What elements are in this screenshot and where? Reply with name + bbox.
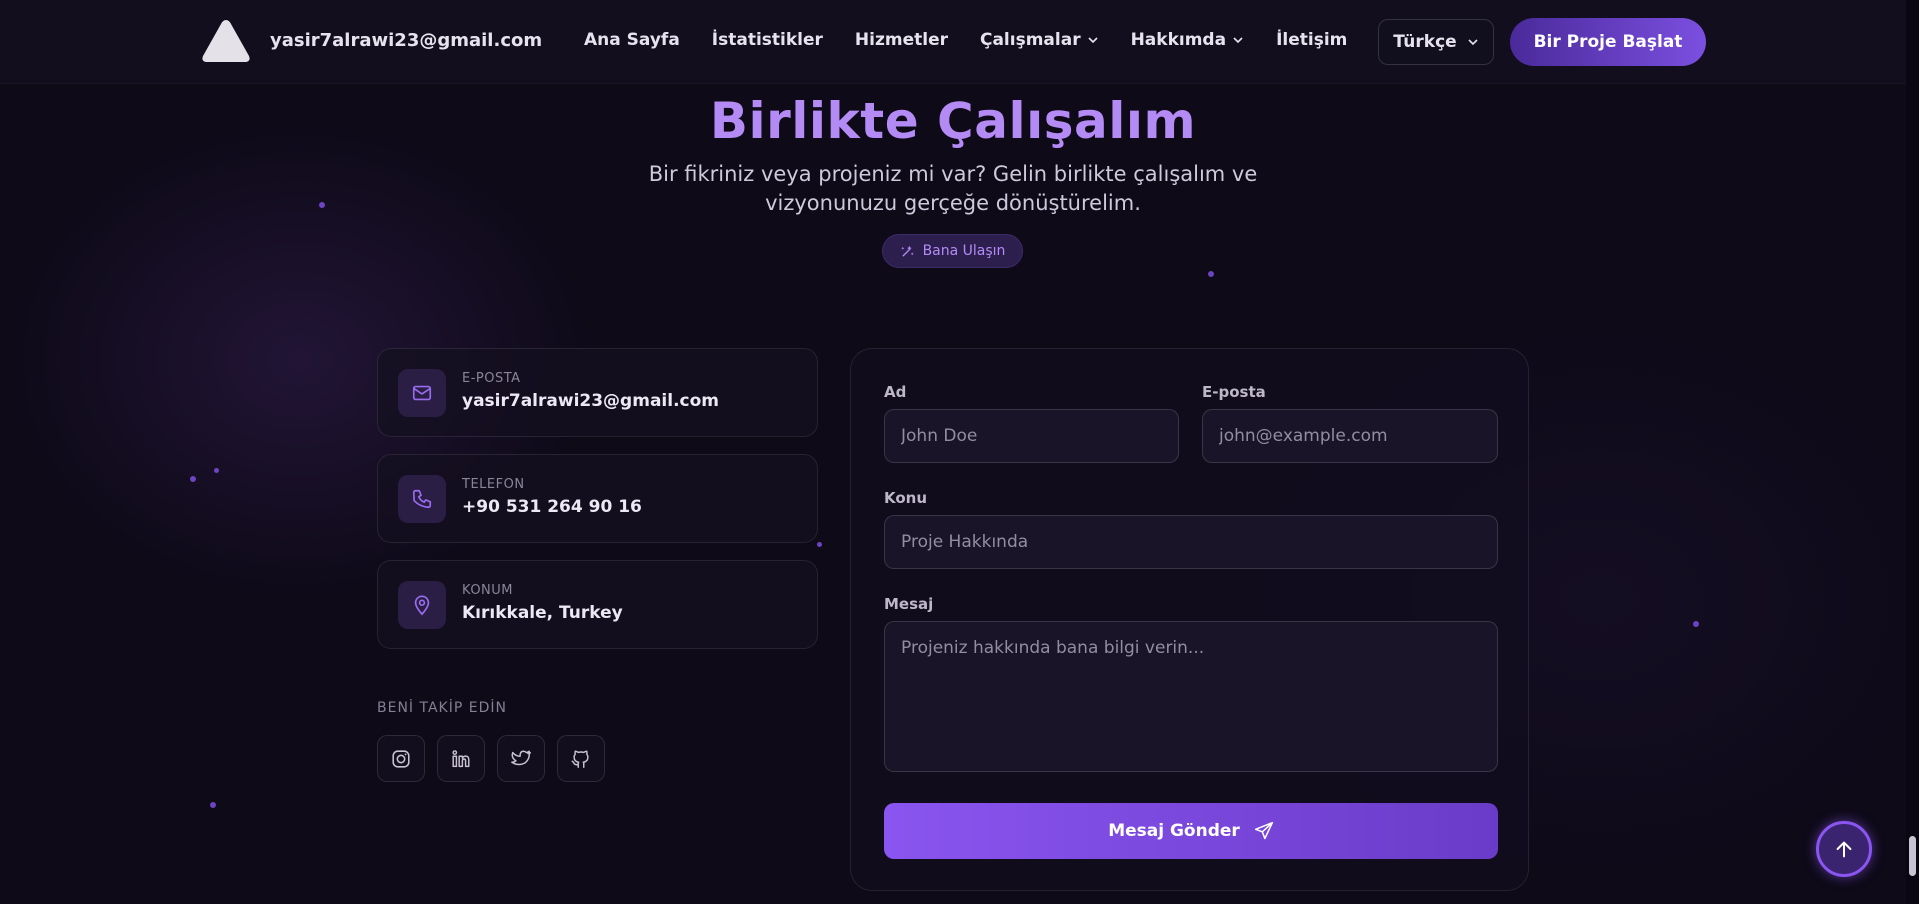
contact-badge-label: Bana Ulaşın <box>922 243 1006 259</box>
decor-dot <box>1208 271 1214 277</box>
twitter-icon <box>511 749 531 765</box>
message-textarea[interactable] <box>884 621 1498 772</box>
email-label: E-posta <box>1202 383 1266 401</box>
send-message-button[interactable]: Mesaj Gönder <box>884 803 1498 859</box>
logo-icon[interactable] <box>200 18 252 64</box>
name-input[interactable] <box>884 409 1179 463</box>
nav-link-home[interactable]: Ana Sayfa <box>584 30 680 50</box>
send-message-label: Mesaj Gönder <box>1108 821 1240 841</box>
main-nav: Ana Sayfa İstatistikler Hizmetler Çalışm… <box>584 30 1379 50</box>
contact-card-label: KONUM <box>462 583 514 598</box>
contact-badge: Bana Ulaşın <box>882 234 1023 268</box>
contact-card-phone[interactable]: TELEFON +90 531 264 90 16 <box>377 454 818 543</box>
instagram-link[interactable] <box>377 735 425 782</box>
github-icon <box>571 749 589 768</box>
decor-dot <box>1693 621 1699 627</box>
contact-card-label: TELEFON <box>462 477 525 492</box>
nav-dropdown-works[interactable]: Çalışmalar <box>980 30 1099 50</box>
decor-dot <box>210 802 216 808</box>
contact-card-value: yasir7alrawi23@gmail.com <box>462 391 719 411</box>
nav-link-label: Ana Sayfa <box>584 30 680 50</box>
contact-form: Ad E-posta Konu Mesaj Mesaj Gönder <box>850 348 1529 891</box>
sparkle-icon <box>900 245 914 257</box>
send-icon <box>1254 821 1273 840</box>
instagram-icon <box>392 749 410 768</box>
contact-card-label: E-POSTA <box>462 371 521 386</box>
section-subtitle: Bir fikriniz veya projeniz mi var? Gelin… <box>648 162 1258 215</box>
nav-link-stats[interactable]: İstatistikler <box>712 30 823 50</box>
linkedin-icon <box>452 749 470 767</box>
subject-label: Konu <box>884 489 928 507</box>
nav-link-services[interactable]: Hizmetler <box>855 30 948 50</box>
nav-link-label: Hizmetler <box>854 30 948 50</box>
arrow-up-icon <box>1836 841 1852 858</box>
language-select-value: Türkçe <box>1393 32 1457 52</box>
section-title: Birlikte Çalışalım <box>709 92 1197 150</box>
brand-email[interactable]: yasir7alrawi23@gmail.com <box>270 30 542 51</box>
twitter-link[interactable] <box>497 735 545 782</box>
scrollbar-thumb[interactable] <box>1909 836 1916 876</box>
decor-dot <box>319 202 325 208</box>
decor-dot <box>190 476 196 482</box>
nav-link-label: İstatistikler <box>711 30 823 50</box>
name-label: Ad <box>884 383 907 401</box>
nav-link-contact[interactable]: İletişim <box>1276 30 1347 50</box>
page-scrollbar[interactable] <box>1906 0 1919 904</box>
linkedin-link[interactable] <box>437 735 485 782</box>
map-pin-icon <box>398 581 446 629</box>
decor-dot <box>214 468 219 473</box>
nav-dropdown-about[interactable]: Hakkımda <box>1131 30 1245 50</box>
top-navbar: yasir7alrawi23@gmail.com Ana Sayfa İstat… <box>0 0 1906 84</box>
nav-link-label: Çalışmalar <box>979 30 1081 50</box>
subject-input[interactable] <box>884 515 1498 569</box>
contact-card-value: +90 531 264 90 16 <box>462 497 642 517</box>
phone-icon <box>398 475 446 523</box>
nav-link-label: İletişim <box>1276 30 1348 50</box>
start-project-button[interactable]: Bir Proje Başlat <box>1510 18 1706 66</box>
language-select[interactable]: Türkçe <box>1378 19 1494 65</box>
decor-dot <box>817 542 822 547</box>
email-input[interactable] <box>1202 409 1498 463</box>
github-link[interactable] <box>557 735 605 782</box>
nav-link-label: Hakkımda <box>1130 30 1227 50</box>
chevron-down-icon <box>1468 39 1478 46</box>
chevron-down-icon <box>1088 37 1098 44</box>
contact-card-email[interactable]: E-POSTA yasir7alrawi23@gmail.com <box>377 348 818 437</box>
mail-icon <box>398 369 446 417</box>
contact-card-location[interactable]: KONUM Kırıkkale, Turkey <box>377 560 818 649</box>
contact-card-value: Kırıkkale, Turkey <box>462 603 623 623</box>
scroll-to-top-button[interactable] <box>1816 821 1872 877</box>
chevron-down-icon <box>1233 37 1243 44</box>
message-label: Mesaj <box>884 595 934 613</box>
follow-me-title: BENİ TAKİP EDİN <box>377 700 507 716</box>
